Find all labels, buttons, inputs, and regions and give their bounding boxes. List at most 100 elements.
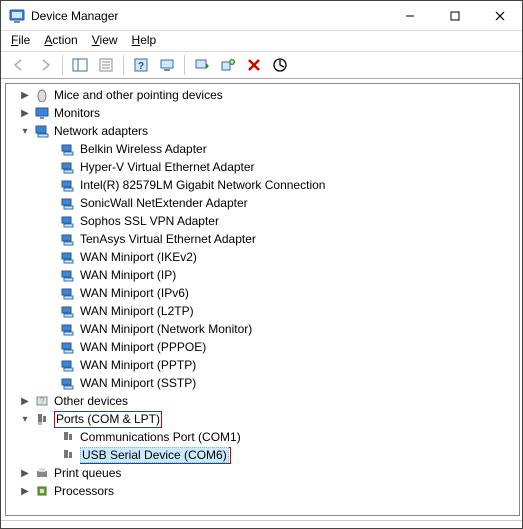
tree-node-network-adapters[interactable]: ▾ Network adapters — [8, 122, 519, 140]
menu-view-label: iew — [100, 33, 118, 47]
expand-icon[interactable]: ▶ — [18, 466, 32, 480]
update-driver-button[interactable] — [190, 53, 214, 77]
tree-item[interactable]: WAN Miniport (IP) — [8, 266, 519, 284]
network-icon — [34, 123, 50, 139]
tree-item[interactable]: Sophos SSL VPN Adapter — [8, 212, 519, 230]
toolbar: ? — [1, 51, 522, 79]
svg-text:?: ? — [39, 396, 44, 406]
nic-icon — [60, 321, 76, 337]
expand-icon[interactable]: ▶ — [18, 88, 32, 102]
highlight-box: Ports (COM & LPT) — [54, 411, 162, 428]
tree-label: Hyper-V Virtual Ethernet Adapter — [80, 160, 255, 174]
scan-hardware-button[interactable] — [155, 53, 179, 77]
tree-label: WAN Miniport (PPPOE) — [80, 340, 206, 354]
other-devices-icon: ? — [34, 393, 50, 409]
toolbar-separator — [184, 55, 185, 75]
tree-item[interactable]: WAN Miniport (IKEv2) — [8, 248, 519, 266]
tree-item[interactable]: WAN Miniport (Network Monitor) — [8, 320, 519, 338]
tree-label: Ports (COM & LPT) — [56, 412, 160, 426]
expand-icon[interactable]: ▶ — [18, 106, 32, 120]
cpu-icon — [34, 483, 50, 499]
tree-label: WAN Miniport (IKEv2) — [80, 250, 197, 264]
monitor-icon — [34, 105, 50, 121]
nic-icon — [60, 159, 76, 175]
menu-help[interactable]: Help — [132, 33, 157, 47]
tree-item[interactable]: Belkin Wireless Adapter — [8, 140, 519, 158]
tree-node-processors[interactable]: ▶ Processors — [8, 482, 519, 500]
nic-icon — [60, 195, 76, 211]
tree-item[interactable]: Hyper-V Virtual Ethernet Adapter — [8, 158, 519, 176]
add-legacy-button[interactable] — [216, 53, 240, 77]
toolbar-separator — [62, 55, 63, 75]
menu-view[interactable]: View — [92, 33, 118, 47]
nic-icon — [60, 285, 76, 301]
forward-button[interactable] — [33, 53, 57, 77]
menu-action-label: ction — [52, 33, 77, 47]
minimize-button[interactable] — [387, 1, 432, 30]
mouse-icon — [34, 87, 50, 103]
tree-node-ports[interactable]: ▾ Ports (COM & LPT) — [8, 410, 519, 428]
tree-item[interactable]: SonicWall NetExtender Adapter — [8, 194, 519, 212]
port-icon — [60, 447, 76, 463]
tree-label: WAN Miniport (L2TP) — [80, 304, 194, 318]
uninstall-button[interactable] — [242, 53, 266, 77]
status-bar — [1, 520, 522, 526]
tree-item[interactable]: TenAsys Virtual Ethernet Adapter — [8, 230, 519, 248]
tree-item[interactable]: WAN Miniport (PPPOE) — [8, 338, 519, 356]
tree-label: WAN Miniport (PPTP) — [80, 358, 196, 372]
tree-label: Monitors — [54, 106, 100, 120]
tree-label: WAN Miniport (IP) — [80, 268, 176, 282]
menu-action[interactable]: Action — [44, 33, 77, 47]
tree-node-mice[interactable]: ▶ Mice and other pointing devices — [8, 86, 519, 104]
toolbar-separator — [123, 55, 124, 75]
help-button[interactable]: ? — [129, 53, 153, 77]
close-button[interactable] — [477, 1, 522, 30]
tree-item[interactable]: WAN Miniport (L2TP) — [8, 302, 519, 320]
tree-label: WAN Miniport (IPv6) — [80, 286, 189, 300]
back-button[interactable] — [7, 53, 31, 77]
svg-text:?: ? — [138, 61, 144, 72]
tree-item-com1[interactable]: Communications Port (COM1) — [8, 428, 519, 446]
nic-icon — [60, 375, 76, 391]
tree-label: WAN Miniport (Network Monitor) — [80, 322, 252, 336]
nic-icon — [60, 303, 76, 319]
device-tree[interactable]: ▶ Mice and other pointing devices ▶ Moni… — [5, 83, 520, 516]
nic-icon — [60, 231, 76, 247]
tree-label: Intel(R) 82579LM Gigabit Network Connect… — [80, 178, 325, 192]
show-hide-tree-button[interactable] — [68, 53, 92, 77]
highlight-box: USB Serial Device (COM6) — [80, 447, 231, 464]
tree-item-usb-serial[interactable]: USB Serial Device (COM6) — [8, 446, 519, 464]
nic-icon — [60, 177, 76, 193]
tree-node-monitors[interactable]: ▶ Monitors — [8, 104, 519, 122]
tree-label: Print queues — [54, 466, 121, 480]
expand-icon[interactable]: ▶ — [18, 394, 32, 408]
tree-item[interactable]: Intel(R) 82579LM Gigabit Network Connect… — [8, 176, 519, 194]
nic-icon — [60, 267, 76, 283]
expand-icon[interactable]: ▶ — [18, 484, 32, 498]
tree-label: Network adapters — [54, 124, 148, 138]
menu-file[interactable]: File — [11, 33, 30, 47]
tree-label: Mice and other pointing devices — [54, 88, 223, 102]
menu-file-label: ile — [18, 33, 30, 47]
tree-label: Processors — [54, 484, 114, 498]
nic-icon — [60, 357, 76, 373]
tree-node-print-queues[interactable]: ▶ Print queues — [8, 464, 519, 482]
tree-label: TenAsys Virtual Ethernet Adapter — [80, 232, 256, 246]
tree-label: Sophos SSL VPN Adapter — [80, 214, 219, 228]
tree-label: Communications Port (COM1) — [80, 430, 241, 444]
port-icon — [34, 411, 50, 427]
tree-label: SonicWall NetExtender Adapter — [80, 196, 248, 210]
tree-item[interactable]: WAN Miniport (IPv6) — [8, 284, 519, 302]
properties-button[interactable] — [94, 53, 118, 77]
tree-label: Other devices — [54, 394, 128, 408]
collapse-icon[interactable]: ▾ — [18, 412, 32, 426]
tree-item[interactable]: WAN Miniport (PPTP) — [8, 356, 519, 374]
collapse-icon[interactable]: ▾ — [18, 124, 32, 138]
tree-item[interactable]: WAN Miniport (SSTP) — [8, 374, 519, 392]
menu-help-label: elp — [140, 33, 156, 47]
tree-label: Belkin Wireless Adapter — [80, 142, 207, 156]
maximize-button[interactable] — [432, 1, 477, 30]
disable-button[interactable] — [268, 53, 292, 77]
tree-label: USB Serial Device (COM6) — [80, 447, 229, 463]
tree-node-other-devices[interactable]: ▶ ? Other devices — [8, 392, 519, 410]
